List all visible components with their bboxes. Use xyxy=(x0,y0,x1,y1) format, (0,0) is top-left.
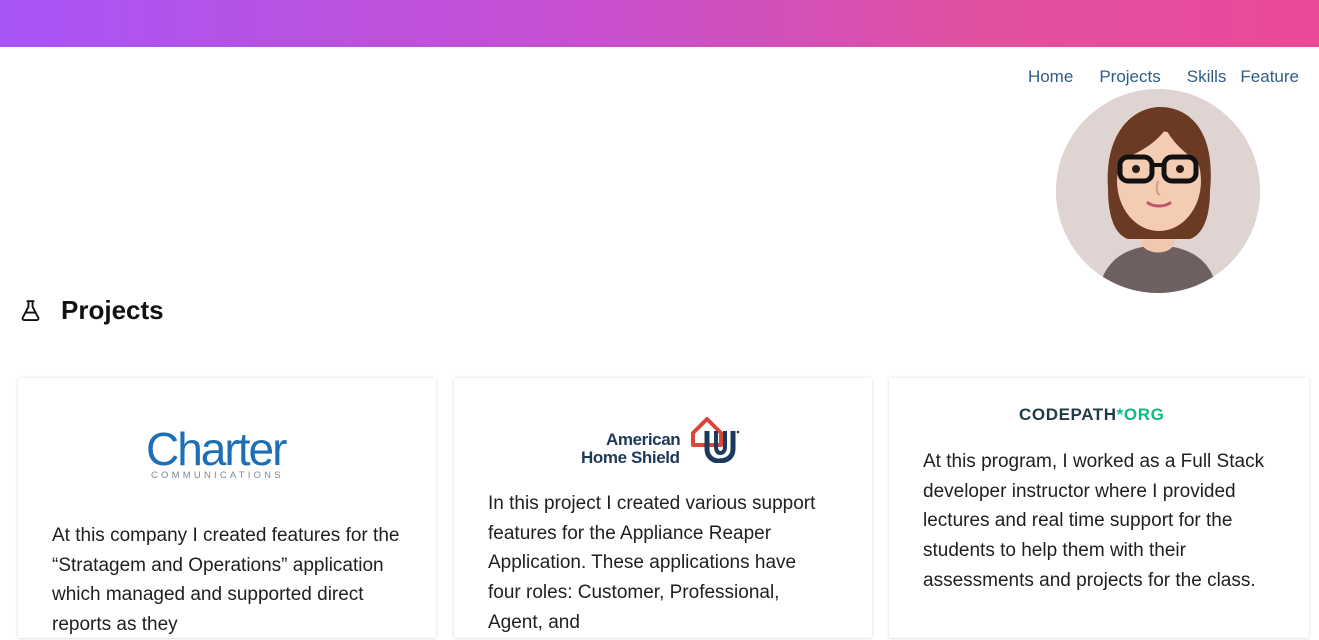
codepath-logo: CODEPATH*ORG xyxy=(1019,405,1164,425)
avatar xyxy=(1056,89,1260,293)
main-nav: Home Projects Skills Feature xyxy=(1028,66,1299,88)
section-title: Projects xyxy=(61,294,164,325)
charter-logo: Charter COMMUNICATIONS xyxy=(146,426,308,482)
ahs-logo-line2: Home Shield xyxy=(581,448,680,467)
charter-logo-text: Charter xyxy=(146,423,287,475)
projects-heading: Projects xyxy=(18,294,164,326)
project-description: At this program, I worked as a Full Stac… xyxy=(923,451,1265,591)
project-card-ahs: American Home Shield In this project I c… xyxy=(454,378,872,638)
project-card-codepath: CODEPATH*ORG At this program, I worked a… xyxy=(889,378,1309,638)
ahs-house-icon xyxy=(691,417,740,463)
american-home-shield-logo: American Home Shield xyxy=(581,411,746,467)
codepath-logo-star: * xyxy=(1116,405,1124,424)
nav-projects[interactable]: Projects xyxy=(1099,66,1160,88)
top-gradient-bar xyxy=(0,0,1319,47)
nav-feature[interactable]: Feature xyxy=(1240,66,1299,88)
flask-icon xyxy=(18,298,43,323)
codepath-logo-text: CODEPATH xyxy=(1019,405,1117,424)
project-card-charter: Charter COMMUNICATIONS At this company I… xyxy=(18,378,436,638)
project-description: In this project I created various suppor… xyxy=(488,493,816,633)
project-description: At this company I created features for t… xyxy=(52,525,400,636)
nav-skills[interactable]: Skills xyxy=(1187,66,1227,88)
ahs-logo-line1: American xyxy=(606,430,681,449)
nav-home[interactable]: Home xyxy=(1028,66,1073,88)
avatar-illustration xyxy=(1056,89,1260,293)
codepath-logo-org: ORG xyxy=(1123,405,1165,424)
